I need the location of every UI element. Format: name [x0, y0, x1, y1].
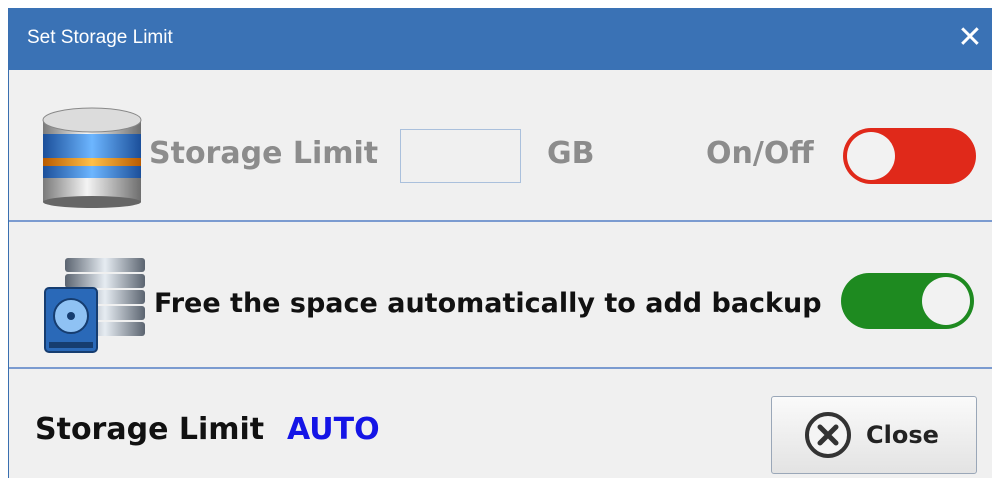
close-button-label: Close — [866, 421, 939, 449]
divider — [9, 367, 992, 369]
auto-free-space-label: Free the space automatically to add back… — [154, 288, 822, 319]
on-off-label: On/Off — [706, 136, 814, 171]
unit-label: GB — [547, 136, 595, 171]
database-icon — [42, 107, 142, 208]
footer-storage-limit-label: Storage Limit — [35, 412, 265, 447]
dialog-window: Set Storage Limit ✕ Storage Limit GB On/… — [8, 8, 992, 478]
close-circle-icon — [805, 412, 851, 458]
window-title: Set Storage Limit — [27, 27, 173, 48]
toggle-knob — [847, 132, 895, 180]
toggle-knob — [922, 277, 970, 325]
storage-limit-label: Storage Limit — [149, 136, 379, 171]
close-button[interactable]: Close — [771, 396, 977, 474]
auto-free-space-toggle[interactable] — [841, 273, 974, 329]
storage-limit-input[interactable] — [400, 129, 521, 183]
storage-limit-value: AUTO — [287, 412, 380, 447]
divider — [9, 220, 992, 222]
close-window-icon[interactable]: ✕ — [953, 20, 987, 56]
storage-limit-toggle[interactable] — [843, 128, 976, 184]
server-drive-icon — [44, 258, 145, 353]
title-bar: Set Storage Limit ✕ — [9, 8, 992, 70]
